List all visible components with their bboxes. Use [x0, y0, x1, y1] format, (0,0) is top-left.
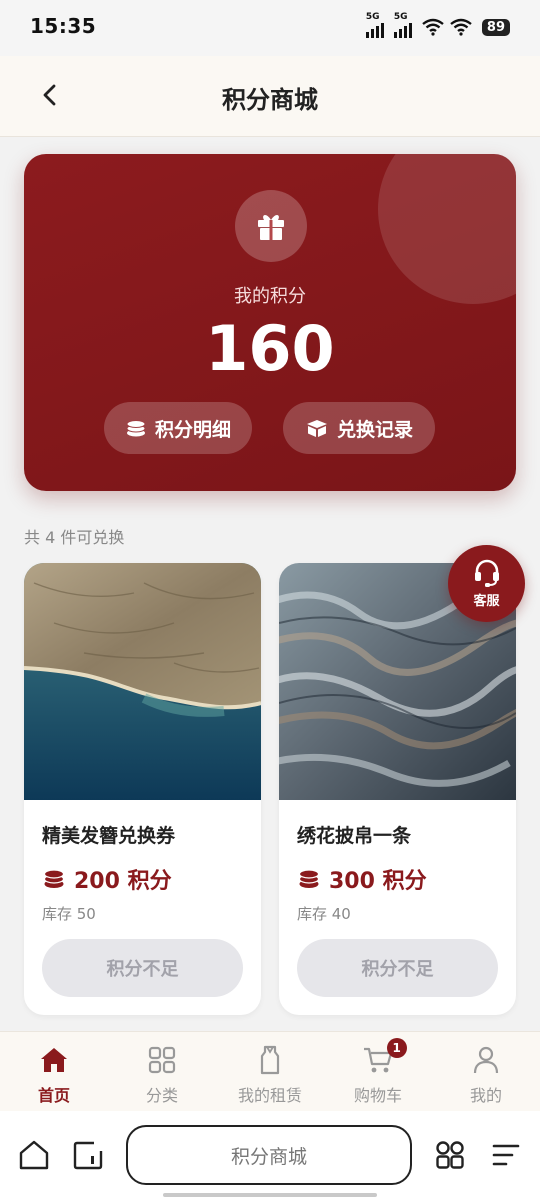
- browser-toolbar: 积分商城: [0, 1111, 540, 1200]
- product-price-text: 200 积分: [74, 869, 172, 894]
- tab-label: 首页: [37, 1086, 70, 1105]
- address-bar[interactable]: 积分商城: [126, 1125, 412, 1185]
- home-icon[interactable]: [18, 1139, 50, 1171]
- product-stock: 库存 50: [42, 905, 96, 923]
- tab-my-rentals[interactable]: 我的租赁: [216, 1032, 324, 1112]
- product-name: 绣花披帛一条: [297, 825, 412, 847]
- insufficient-points-button[interactable]: 积分不足: [297, 939, 498, 997]
- wifi-icon: [422, 18, 444, 36]
- cart-badge: 1: [386, 1038, 407, 1058]
- battery-icon: 89: [481, 18, 510, 36]
- exchange-history-button[interactable]: 兑换记录: [283, 402, 435, 454]
- exchangeable-count: 共 4 件可兑换: [24, 528, 125, 547]
- tab-label: 购物车: [353, 1086, 402, 1105]
- apps-grid-icon[interactable]: [434, 1139, 466, 1171]
- box-icon: [306, 420, 327, 437]
- tab-mine[interactable]: 我的: [432, 1032, 540, 1112]
- points-detail-label: 积分明细: [154, 418, 231, 441]
- wifi-icon: [450, 18, 472, 36]
- bottom-tab-bar: 首页 分类 我的租赁 1 购物车 我的: [0, 1031, 540, 1112]
- points-label: 我的积分: [234, 286, 306, 307]
- product-price: 200 积分: [42, 863, 172, 895]
- page-header: 积分商城: [0, 56, 540, 137]
- product-stock: 库存 40: [297, 905, 351, 923]
- grid-icon: [148, 1046, 176, 1074]
- menu-icon[interactable]: [490, 1139, 522, 1171]
- insufficient-points-button[interactable]: 积分不足: [42, 939, 243, 997]
- customer-service-button[interactable]: 客服: [448, 545, 525, 622]
- product-name: 精美发簪兑换券: [42, 825, 176, 847]
- headset-icon: [474, 559, 499, 587]
- product-image[interactable]: [24, 563, 261, 800]
- home-icon: [41, 1048, 67, 1072]
- product-card[interactable]: 精美发簪兑换券 200 积分 库存 50 积分不足: [24, 563, 261, 1015]
- status-icons: 5G 5G 89: [365, 12, 510, 38]
- product-card[interactable]: 绣花披帛一条 300 积分 库存 40 积分不足: [279, 563, 516, 1015]
- coins-icon: [298, 869, 320, 888]
- tab-label: 我的租赁: [237, 1086, 302, 1105]
- points-card: 我的积分 160 积分明细 兑换记录: [24, 154, 516, 491]
- exchange-history-label: 兑换记录: [336, 418, 413, 441]
- points-value: 160: [205, 312, 335, 385]
- home-indicator: [163, 1193, 377, 1197]
- signal-icon: 5G: [365, 12, 388, 38]
- tab-label: 我的: [469, 1086, 502, 1105]
- customer-service-label: 客服: [473, 594, 500, 609]
- tab-home[interactable]: 首页: [0, 1032, 108, 1112]
- garment-icon: [260, 1045, 280, 1075]
- tab-category[interactable]: 分类: [108, 1032, 216, 1112]
- gift-icon: [258, 215, 284, 240]
- status-bar: 15:35 5G 5G 89: [0, 0, 540, 56]
- person-icon: [473, 1046, 499, 1074]
- product-price: 300 积分: [297, 863, 427, 895]
- coins-icon: [126, 420, 146, 437]
- tab-cart[interactable]: 1 购物车: [324, 1032, 432, 1112]
- coins-icon: [43, 869, 65, 888]
- product-price-text: 300 积分: [329, 869, 427, 894]
- points-detail-button[interactable]: 积分明细: [104, 402, 252, 454]
- tabs-icon[interactable]: [72, 1139, 104, 1171]
- page-title: 积分商城: [222, 86, 318, 114]
- tab-label: 分类: [145, 1086, 178, 1105]
- signal-icon: 5G: [393, 12, 416, 38]
- status-time: 15:35: [30, 14, 97, 38]
- gift-badge: [235, 190, 307, 262]
